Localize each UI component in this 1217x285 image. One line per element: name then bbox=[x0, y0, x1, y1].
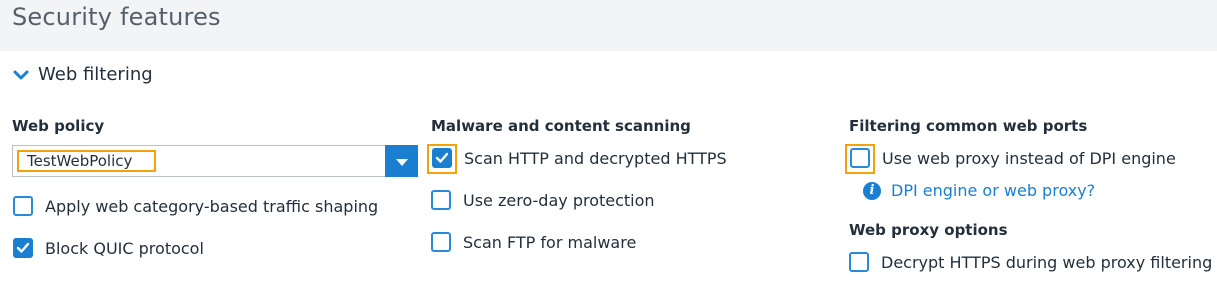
option-decrypt-https[interactable]: Decrypt HTTPS during web proxy filtering bbox=[849, 252, 1212, 272]
option-label: Block QUIC protocol bbox=[45, 238, 204, 258]
checkbox[interactable] bbox=[431, 232, 451, 252]
option-label: Use zero-day protection bbox=[463, 190, 655, 210]
checkbox[interactable] bbox=[431, 190, 451, 210]
page-title: Security features bbox=[12, 3, 221, 31]
checkmark-icon bbox=[16, 242, 30, 253]
proxy-options-heading: Web proxy options bbox=[849, 221, 1008, 239]
option-traffic-shaping[interactable]: Apply web category-based traffic shaping bbox=[13, 196, 378, 216]
info-icon: i bbox=[863, 181, 881, 200]
option-scan-http[interactable]: Scan HTTP and decrypted HTTPS bbox=[432, 148, 727, 168]
option-label: Scan HTTP and decrypted HTTPS bbox=[464, 148, 727, 168]
option-label: Apply web category-based traffic shaping bbox=[45, 196, 379, 216]
option-zero-day[interactable]: Use zero-day protection bbox=[431, 190, 655, 210]
web-ports-heading: Filtering common web ports bbox=[849, 117, 1088, 135]
checkmark-icon bbox=[435, 152, 449, 163]
web-filtering-toggle[interactable]: Web filtering bbox=[12, 61, 153, 87]
caret-down-icon bbox=[395, 152, 408, 171]
checkbox[interactable] bbox=[13, 196, 33, 216]
option-web-proxy[interactable]: Use web proxy instead of DPI engine bbox=[850, 148, 1176, 168]
web-policy-heading: Web policy bbox=[12, 117, 105, 135]
option-label: Scan FTP for malware bbox=[463, 232, 637, 252]
dpi-info-link[interactable]: i DPI engine or web proxy? bbox=[863, 181, 1095, 200]
info-link-text: DPI engine or web proxy? bbox=[891, 181, 1096, 200]
chevron-down-icon bbox=[12, 67, 30, 81]
checkbox-checked[interactable] bbox=[13, 238, 33, 258]
option-label: Use web proxy instead of DPI engine bbox=[882, 148, 1176, 168]
checkbox-checked[interactable] bbox=[432, 148, 452, 168]
option-scan-ftp[interactable]: Scan FTP for malware bbox=[431, 232, 636, 252]
option-block-quic[interactable]: Block QUIC protocol bbox=[13, 238, 204, 258]
dropdown-button[interactable] bbox=[385, 145, 418, 177]
option-label: Decrypt HTTPS during web proxy filtering bbox=[881, 252, 1213, 272]
checkbox[interactable] bbox=[850, 148, 870, 168]
checkbox[interactable] bbox=[849, 252, 869, 272]
web-policy-selected-value: TestWebPolicy bbox=[17, 150, 156, 172]
web-policy-select[interactable]: TestWebPolicy bbox=[12, 145, 418, 177]
malware-heading: Malware and content scanning bbox=[431, 117, 691, 135]
section-title: Web filtering bbox=[38, 63, 153, 85]
